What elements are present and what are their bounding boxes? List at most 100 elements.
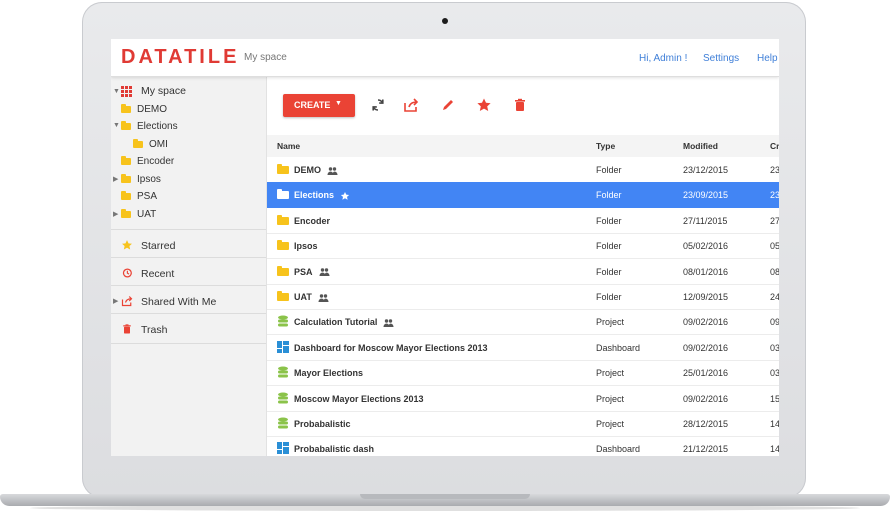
row-created: 15	[770, 393, 779, 404]
sidebar-folder-ipsos[interactable]: ▶ Ipsos	[111, 172, 266, 188]
table-row[interactable]: Ipsos Folder 05/02/2016 05	[267, 233, 779, 260]
sidebar-item-recent[interactable]: Recent	[111, 260, 266, 288]
sidebar-divider	[111, 313, 266, 314]
laptop-camera	[442, 18, 448, 24]
row-name-text: Encoder	[294, 215, 331, 226]
row-name-text: Calculation Tutorial	[294, 317, 378, 328]
sidebar-section-label: Shared With Me	[141, 296, 217, 308]
collapse-arrow-icon[interactable]: ▶	[113, 297, 118, 305]
sidebar-divider	[111, 343, 266, 344]
folder-icon	[277, 265, 289, 276]
row-name: UAT	[294, 292, 329, 302]
row-modified: 28/12/2015	[683, 419, 729, 429]
sidebar-folder-demo[interactable]: DEMO	[111, 102, 266, 118]
row-type: Project	[596, 317, 625, 328]
table-row[interactable]: Calculation Tutorial Project 09/02/2016 09	[267, 309, 779, 336]
table-row[interactable]: Probabalistic Project 28/12/2015 14	[267, 411, 779, 437]
row-type: Folder	[596, 292, 622, 302]
folder-icon	[121, 104, 131, 113]
sidebar-folder-label: Ipsos	[137, 174, 161, 185]
refresh-icon[interactable]	[370, 97, 386, 113]
sidebar-divider	[111, 285, 266, 286]
row-name: Encoder	[294, 216, 330, 226]
app-logo[interactable]: DATATILE	[121, 46, 239, 69]
folder-icon	[277, 164, 289, 174]
sidebar-folder-label: PSA	[137, 191, 158, 202]
sidebar-folder-label: Elections	[137, 121, 178, 132]
row-name-text: Mayor Elections	[294, 368, 364, 379]
table-row[interactable]: Elections Folder 23/09/2015 23	[267, 182, 779, 209]
row-type: Project	[596, 419, 625, 429]
table-row[interactable]: Mayor Elections Project 25/01/2016 03	[267, 360, 779, 387]
folder-icon	[121, 174, 131, 183]
column-header-name[interactable]: Name	[277, 141, 300, 151]
collapse-arrow-icon[interactable]: ▶	[113, 210, 118, 218]
starred-icon[interactable]	[340, 190, 350, 201]
settings-link[interactable]: Settings	[703, 53, 739, 64]
expand-arrow-icon[interactable]: ▼	[113, 122, 120, 129]
row-type: Dashboard	[596, 444, 641, 455]
sidebar-folder-label: DEMO	[137, 104, 167, 115]
row-name: Mayor Elections	[294, 368, 363, 378]
sidebar-folder-elections[interactable]: ▼ Elections	[111, 119, 266, 135]
column-header-type[interactable]: Type	[596, 141, 615, 151]
help-link[interactable]: Help	[757, 53, 778, 64]
top-bar: DATATILE My space Hi, Admin ! Settings H…	[111, 39, 779, 77]
create-button[interactable]: CREATE ▼	[283, 94, 355, 117]
sidebar-item-shared-with-me[interactable]: ▶ Shared With Me	[111, 288, 266, 316]
row-type: Folder	[596, 190, 622, 201]
share-icon[interactable]	[403, 97, 419, 113]
column-header-created[interactable]: Cr	[770, 141, 779, 151]
row-created: 14	[770, 444, 779, 455]
sidebar-folder-encoder[interactable]: Encoder	[111, 154, 266, 170]
row-name-text: Elections	[294, 190, 335, 201]
row-modified: 27/11/2015	[683, 215, 728, 226]
sidebar-divider	[111, 229, 266, 230]
table-row[interactable]: Moscow Mayor Elections 2013 Project 09/02/…	[267, 386, 779, 412]
edit-icon[interactable]	[440, 97, 456, 113]
table-row[interactable]: Dashboard for Moscow Mayor Elections 201…	[267, 335, 779, 361]
row-name: Ipsos	[294, 241, 318, 251]
page-section-label: My space	[244, 52, 287, 63]
sidebar-item-my-space[interactable]: ▼ My space	[111, 85, 266, 101]
row-created: 03	[770, 342, 779, 353]
row-type: Project	[596, 368, 625, 379]
dashboard-icon	[277, 442, 289, 456]
table-row[interactable]: PSA Folder 08/01/2016 08	[267, 259, 779, 285]
sidebar-section-label: Recent	[141, 268, 175, 280]
row-modified: 09/02/2016	[683, 317, 729, 328]
database-icon	[277, 366, 289, 380]
database-icon	[277, 417, 289, 431]
sidebar-folder-uat[interactable]: ▶ UAT	[111, 207, 266, 223]
sidebar-section-label: Trash	[141, 324, 168, 336]
sidebar-item-starred[interactable]: Starred	[111, 232, 266, 260]
row-created: 27	[770, 215, 779, 226]
row-type: Folder	[596, 266, 622, 277]
row-name-text: Moscow Mayor Elections 2013	[294, 393, 424, 404]
row-created: 23	[770, 190, 779, 201]
column-header-modified[interactable]: Modified	[683, 141, 718, 151]
folder-icon	[133, 139, 143, 148]
table-row[interactable]: DEMO Folder 23/12/2015 23	[267, 157, 779, 183]
sidebar-folder-omi[interactable]: OMI	[111, 137, 266, 153]
shared-people-icon	[318, 292, 329, 302]
delete-icon[interactable]	[512, 97, 528, 113]
row-name: Elections	[294, 190, 350, 201]
table-row[interactable]: UAT Folder 12/09/2015 24	[267, 284, 779, 310]
row-name: Dashboard for Moscow Mayor Elections 201…	[294, 343, 488, 353]
sidebar-item-trash[interactable]: Trash	[111, 316, 266, 344]
sidebar-folder-label: UAT	[137, 209, 157, 220]
table-row[interactable]: Encoder Folder 27/11/2015 27	[267, 208, 779, 234]
user-greeting-link[interactable]: Hi, Admin !	[639, 53, 687, 64]
sidebar-root-label: My space	[141, 85, 186, 97]
expand-arrow-icon[interactable]: ▼	[113, 88, 120, 95]
star-icon[interactable]	[476, 97, 492, 113]
folder-icon	[121, 156, 131, 165]
table-row[interactable]: Probabalistic dash Dashboard 21/12/2015 14	[267, 436, 779, 456]
collapse-arrow-icon[interactable]: ▶	[113, 175, 118, 183]
row-type: Folder	[596, 165, 622, 175]
sidebar-folder-psa[interactable]: PSA	[111, 189, 266, 205]
star-icon	[121, 239, 133, 251]
row-name: DEMO	[294, 165, 338, 175]
row-created: 14	[770, 419, 779, 429]
